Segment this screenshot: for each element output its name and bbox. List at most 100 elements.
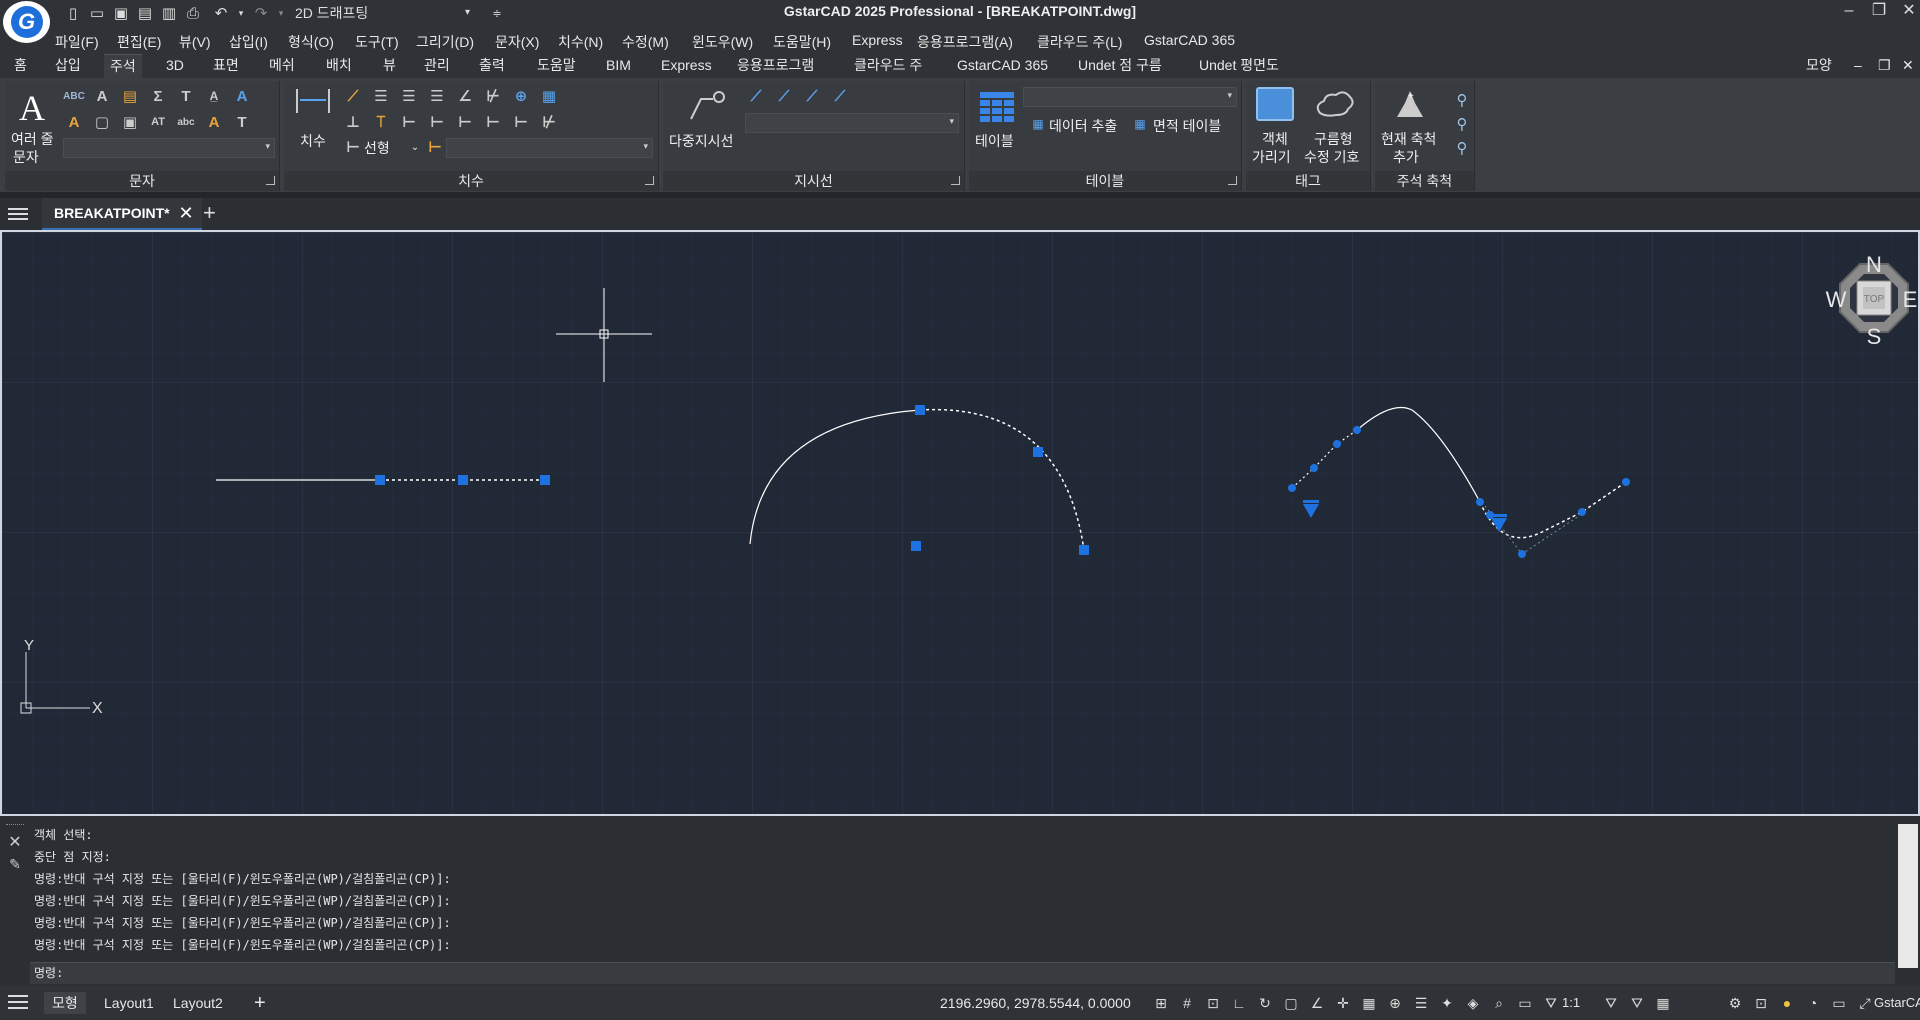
command-scrollbar[interactable]	[1898, 824, 1918, 968]
ribbon-restore-icon[interactable]: ❐	[1872, 54, 1897, 78]
aligned-dim-icon[interactable]: ⟋	[342, 85, 364, 107]
add-scale-icon[interactable]: ⚲	[1451, 89, 1473, 111]
multileader-icon[interactable]	[687, 87, 727, 123]
transparency-icon[interactable]: ☰	[1412, 994, 1430, 1012]
ribbon-close-icon[interactable]: ✕	[1896, 54, 1920, 78]
ribbon-minimize-icon[interactable]: –	[1848, 54, 1868, 78]
tab-applications[interactable]: 응용프로그램	[731, 54, 820, 78]
gstarcad-logo-icon[interactable]: G	[3, 1, 50, 43]
table-label[interactable]: 테이블	[975, 131, 1014, 151]
layer-icon[interactable]: ◈	[1464, 994, 1482, 1012]
add-layout-icon[interactable]: +	[246, 992, 274, 1014]
close-icon[interactable]: ✕	[4, 832, 26, 852]
menu-view[interactable]: 뷰(V)	[179, 32, 211, 52]
new-tab-icon[interactable]: +	[203, 200, 216, 226]
selection-cycling-icon[interactable]: ✦	[1438, 994, 1456, 1012]
menu-applications[interactable]: 응용프로그램(A)	[917, 32, 1013, 52]
wipeout-icon[interactable]	[1256, 87, 1294, 121]
grip[interactable]	[458, 475, 468, 485]
tab-layout1[interactable]: Layout1	[96, 992, 162, 1014]
tab-cloud[interactable]: 클라우드 주	[848, 54, 928, 78]
tab-model[interactable]: 모형	[44, 992, 86, 1014]
menu-insert[interactable]: 삽입(I)	[229, 32, 268, 52]
grip[interactable]	[1033, 447, 1043, 457]
panel-launcher-icon[interactable]	[645, 176, 654, 185]
document-tab[interactable]: BREAKATPOINT* ✕	[42, 198, 202, 230]
jog-dim-icon[interactable]: ⊢	[454, 111, 476, 133]
layout-menu-icon[interactable]	[8, 995, 28, 1009]
tab-undet-floorplan[interactable]: Undet 평면도	[1193, 54, 1285, 78]
drawing-area[interactable]: Y X TOP N S E W	[2, 232, 1918, 814]
dimension-icon[interactable]	[296, 89, 330, 113]
tab-bim[interactable]: BIM	[600, 54, 637, 78]
dim-style-combo[interactable]: ▾	[446, 138, 653, 158]
text-edit-icon[interactable]: A	[63, 111, 85, 133]
drawing-canvas[interactable]: Y X TOP N S E W	[0, 230, 1920, 816]
menu-dimension[interactable]: 치수(N)	[558, 32, 603, 52]
osnap-icon[interactable]: ▢	[1282, 994, 1300, 1012]
collect-leader-icon[interactable]: ⟋	[829, 85, 851, 107]
menu-file[interactable]: 파일(F)	[55, 32, 99, 52]
table-icon[interactable]	[979, 91, 1015, 123]
area-table-icon[interactable]: ▦	[1129, 113, 1151, 135]
add-current-scale-icon[interactable]: +	[1395, 89, 1425, 119]
workspace-table-icon[interactable]: ▦	[1654, 994, 1672, 1012]
panel-launcher-icon[interactable]	[951, 176, 960, 185]
add-current-scale-label-1[interactable]: 현재 축척	[1381, 129, 1436, 149]
menu-cloud[interactable]: 클라우드 주(L)	[1037, 32, 1122, 52]
text-mask-icon[interactable]: A	[231, 85, 253, 107]
scale-text-icon[interactable]: A̲	[203, 85, 225, 107]
menu-gstarcad365[interactable]: GstarCAD 365	[1144, 32, 1235, 48]
tab-surface[interactable]: 표면	[207, 54, 245, 78]
annotation-scale-icon[interactable]: ⛛	[1542, 994, 1560, 1012]
lineweight-icon[interactable]: ⊕	[1386, 994, 1404, 1012]
grip[interactable]	[540, 475, 550, 485]
compass-west[interactable]: W	[1826, 287, 1847, 312]
delete-scale-icon[interactable]: ⚲	[1451, 113, 1473, 135]
ducs-icon[interactable]: ✛	[1334, 994, 1352, 1012]
grid-icon[interactable]: #	[1178, 994, 1196, 1012]
revision-cloud-icon[interactable]	[1314, 91, 1354, 121]
sum-field-icon[interactable]: Σ	[147, 85, 169, 107]
revision-cloud-label-2[interactable]: 수정 기호	[1304, 147, 1359, 167]
text-style-icon[interactable]: ▤	[119, 85, 141, 107]
lightbulb-icon[interactable]: ●	[1778, 994, 1796, 1012]
center-mark-icon[interactable]: ⊕	[510, 85, 532, 107]
tab-view[interactable]: 뷰	[377, 54, 402, 78]
dimension-label[interactable]: 치수	[300, 131, 326, 151]
area-table-label[interactable]: 면적 테이블	[1153, 116, 1221, 136]
annotation-scale-value[interactable]: 1:1	[1562, 995, 1580, 1010]
align-leader-icon[interactable]: ⟋	[801, 85, 823, 107]
tab-home[interactable]: 홈	[8, 54, 33, 78]
multiline-text-icon[interactable]: A	[19, 87, 45, 129]
zoom-icon[interactable]: ⌕	[1490, 994, 1508, 1012]
isolate-icon[interactable]: ▭	[1830, 994, 1848, 1012]
minimize-button[interactable]: –	[1834, 0, 1864, 26]
fullscreen-icon[interactable]: ⤢	[1856, 994, 1874, 1012]
justify-icon[interactable]: T	[175, 85, 197, 107]
dyn-icon[interactable]: ▦	[1360, 994, 1378, 1012]
compass-south[interactable]: S	[1867, 324, 1882, 349]
menu-text[interactable]: 문자(X)	[495, 32, 539, 52]
linear-dim-label[interactable]: 선형	[364, 138, 390, 158]
data-extract-icon[interactable]: ▦	[1027, 113, 1049, 135]
text-style-combo[interactable]: ▾	[63, 138, 275, 158]
menu-draw[interactable]: 그리기(D)	[416, 32, 474, 52]
otrack-icon[interactable]: ∠	[1308, 994, 1326, 1012]
ortho-icon[interactable]: ∟	[1230, 994, 1248, 1012]
tab-layout[interactable]: 배치	[320, 54, 358, 78]
grip[interactable]	[915, 405, 925, 415]
multileader-label[interactable]: 다중지시선	[669, 131, 733, 151]
viewport-icon[interactable]: ▭	[1516, 994, 1534, 1012]
snap-icon[interactable]: ⊡	[1204, 994, 1222, 1012]
tab-mesh[interactable]: 메쉬	[263, 54, 301, 78]
tab-insert[interactable]: 삽입	[49, 54, 87, 78]
text-align-icon[interactable]: T	[231, 111, 253, 133]
text-sort-icon[interactable]: abc	[175, 111, 197, 133]
revision-cloud-label-1[interactable]: 구름형	[1314, 129, 1353, 149]
radius-dim-icon[interactable]: ⟙	[370, 111, 392, 133]
tab-manage[interactable]: 관리	[418, 54, 456, 78]
close-button[interactable]: ✕	[1894, 0, 1920, 26]
menu-window[interactable]: 윈도우(W)	[692, 32, 753, 52]
menu-help[interactable]: 도움말(H)	[773, 32, 831, 52]
